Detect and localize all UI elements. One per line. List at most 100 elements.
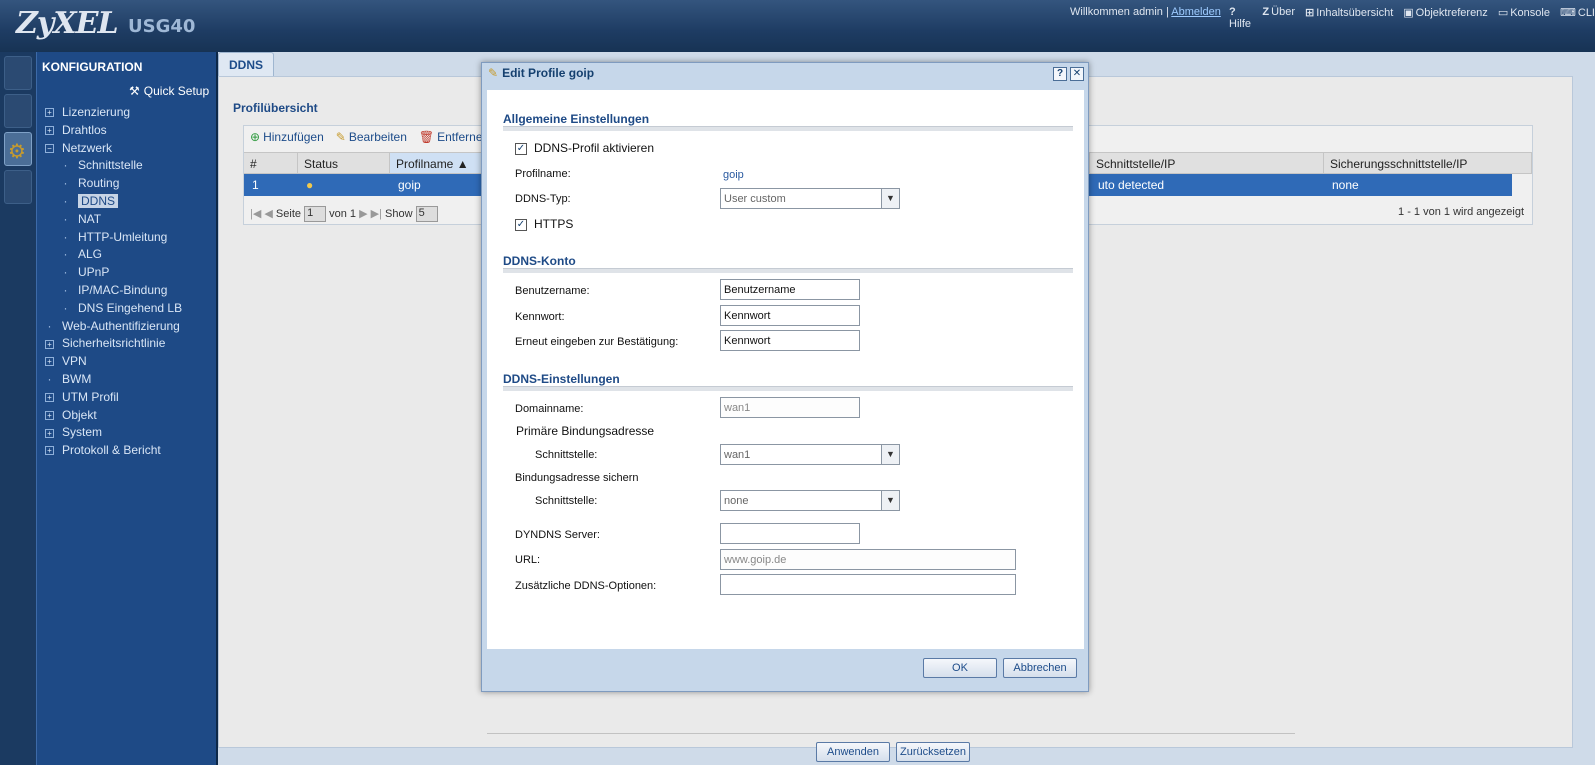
cli-link[interactable]: ⌨ CLI [1560, 6, 1595, 30]
ddns-type-select[interactable]: User custom ▼ [720, 188, 900, 209]
sidebar-item-system[interactable]: + System [45, 424, 215, 442]
sidebar-item-routing[interactable]: · Routing [45, 175, 215, 193]
dashboard-mode-button[interactable] [4, 56, 32, 90]
sidebar-item-dns-eingehend-lb[interactable]: · DNS Eingehend LB [45, 300, 215, 318]
last-page-icon[interactable]: ▶| [371, 208, 382, 220]
add-button[interactable]: ⊕ Hinzufügen [250, 130, 324, 144]
domain-name-input[interactable] [720, 397, 860, 418]
sidebar-item-lizenzierung[interactable]: + Lizenzierung [45, 104, 215, 122]
page-input[interactable]: 1 [304, 206, 327, 222]
cancel-button[interactable]: Abbrechen [1003, 658, 1077, 678]
backup-interface-value: none [724, 495, 749, 507]
expand-icon[interactable]: + [45, 428, 54, 438]
maintenance-mode-button[interactable] [4, 170, 32, 204]
next-page-icon[interactable]: ▶ [359, 208, 367, 220]
domain-name-label: Domainname: [515, 403, 584, 415]
console-icon: ▭ [1497, 7, 1509, 19]
primary-interface-select[interactable]: wan1 ▼ [720, 444, 900, 465]
add-icon: ⊕ [250, 130, 261, 144]
dialog-close-button[interactable]: ✕ [1070, 67, 1084, 81]
sidebar-item-ip-mac-bindung[interactable]: · IP/MAC-Bindung [45, 282, 215, 300]
https-checkbox[interactable]: ✓ [515, 219, 527, 231]
ok-button[interactable]: OK [923, 658, 997, 678]
dyndns-server-label: DYNDNS Server: [515, 529, 600, 541]
prev-page-icon[interactable]: ◀ [264, 208, 272, 220]
bullet-icon: · [47, 371, 52, 386]
sidebar-item-objekt[interactable]: + Objekt [45, 407, 215, 425]
reset-button[interactable]: Zurücksetzen [896, 742, 970, 762]
object-reference-link[interactable]: ▣ Objektreferenz [1403, 6, 1488, 30]
sidebar-item-label: VPN [62, 354, 87, 369]
about-link[interactable]: Z Über [1262, 6, 1295, 30]
collapse-icon[interactable]: − [45, 143, 54, 153]
sidebar-item-label: DDNS [78, 193, 119, 208]
sidebar-item-vpn[interactable]: + VPN [45, 353, 215, 371]
expand-icon[interactable]: + [45, 446, 54, 456]
first-page-icon[interactable]: |◀ [250, 208, 261, 220]
monitor-mode-button[interactable] [4, 94, 32, 128]
row-number: 1 [252, 178, 259, 192]
expand-icon[interactable]: + [45, 357, 54, 367]
backup-interface-select[interactable]: none ▼ [720, 490, 900, 511]
sidebar-item-schnittstelle[interactable]: · Schnittstelle [45, 157, 215, 175]
show-label: Show [385, 207, 413, 220]
edit-button[interactable]: ✎ Bearbeiten [336, 130, 407, 144]
sidebar-nav: + Lizenzierung + Drahtlos − Netzwerk · Schnitts… [45, 104, 215, 460]
sidebar-item-netzwerk[interactable]: − Netzwerk [45, 140, 215, 158]
sidebar-item-label: Drahtlos [62, 122, 107, 137]
dyndns-server-input[interactable] [720, 523, 860, 544]
sidebar-item-label: UPnP [78, 265, 110, 280]
extra-options-input[interactable] [720, 574, 1016, 595]
quick-setup-link[interactable]: ⚒ Quick Setup [129, 84, 209, 98]
password-input[interactable] [720, 305, 860, 326]
expand-icon[interactable]: + [45, 108, 54, 118]
sidebar-item-upnp[interactable]: · UPnP [45, 264, 215, 282]
ddns-type-value: User custom [724, 193, 786, 205]
col-number[interactable]: # [244, 153, 298, 173]
sidebar-item-label: HTTP-Umleitung [78, 229, 168, 244]
username-label: Benutzername: [515, 285, 590, 297]
dialog-help-button[interactable]: ? [1053, 67, 1067, 81]
username-input[interactable] [720, 279, 860, 300]
logout-link[interactable]: Abmelden [1171, 6, 1221, 18]
dialog-footer: OK Abbrechen [487, 650, 1084, 688]
sidebar-item-label: DNS Eingehend LB [78, 300, 183, 315]
col-status[interactable]: Status [298, 153, 390, 173]
sitemap-link[interactable]: ⊞ Inhaltsübersicht [1305, 6, 1393, 30]
help-link[interactable]: ?Hilfe [1229, 6, 1252, 30]
sidebar-item-utm-profil[interactable]: + UTM Profil [45, 389, 215, 407]
sidebar-item-nat[interactable]: · NAT [45, 211, 215, 229]
sidebar-item-sicherheitsrichtlinie[interactable]: + Sicherheitsrichtlinie [45, 335, 215, 353]
page-label: Seite [275, 207, 301, 220]
console-link[interactable]: ▭ Konsole [1498, 6, 1550, 30]
sidebar-item-http-umleitung[interactable]: · HTTP-Umleitung [45, 229, 215, 247]
enable-profile-label: DDNS-Profil aktivieren [534, 141, 655, 155]
mode-strip: ⚙ [0, 52, 36, 765]
section-settings-heading: DDNS-Einstellungen [503, 372, 620, 386]
sidebar-item-label: UTM Profil [62, 389, 119, 404]
sidebar-item-bwm[interactable]: · BWM [45, 371, 215, 389]
expand-icon[interactable]: + [45, 339, 54, 349]
show-count-select[interactable]: 5 [415, 206, 438, 222]
col-interface[interactable]: Schnittstelle/IP [1090, 153, 1324, 173]
chevron-down-icon: ▼ [881, 491, 899, 510]
sidebar-item-web-authentifizierung[interactable]: · Web-Authentifizierung [45, 318, 215, 336]
sitemap-icon: ⊞ [1304, 7, 1315, 19]
sidebar-item-alg[interactable]: · ALG [45, 246, 215, 264]
sidebar-item-protokoll-bericht[interactable]: + Protokoll & Bericht [45, 442, 215, 460]
bullet-icon: · [63, 282, 68, 297]
expand-icon[interactable]: + [45, 393, 54, 403]
remove-button[interactable]: 🗑 Entfernen [419, 130, 489, 144]
expand-icon[interactable]: + [45, 126, 54, 136]
sidebar-item-drahtlos[interactable]: + Drahtlos [45, 122, 215, 140]
expand-icon[interactable]: + [45, 410, 54, 420]
tab-ddns[interactable]: DDNS [218, 52, 274, 76]
enable-profile-checkbox[interactable]: ✓ [515, 143, 527, 155]
sidebar-item-ddns[interactable]: · DDNS [45, 193, 215, 211]
configuration-mode-button[interactable]: ⚙ [4, 132, 32, 166]
col-backup-interface[interactable]: Sicherungsschnittstelle/IP [1324, 153, 1532, 173]
bullet-icon: · [63, 247, 68, 262]
apply-button[interactable]: Anwenden [816, 742, 890, 762]
url-input[interactable] [720, 549, 1016, 570]
confirm-password-input[interactable] [720, 330, 860, 351]
